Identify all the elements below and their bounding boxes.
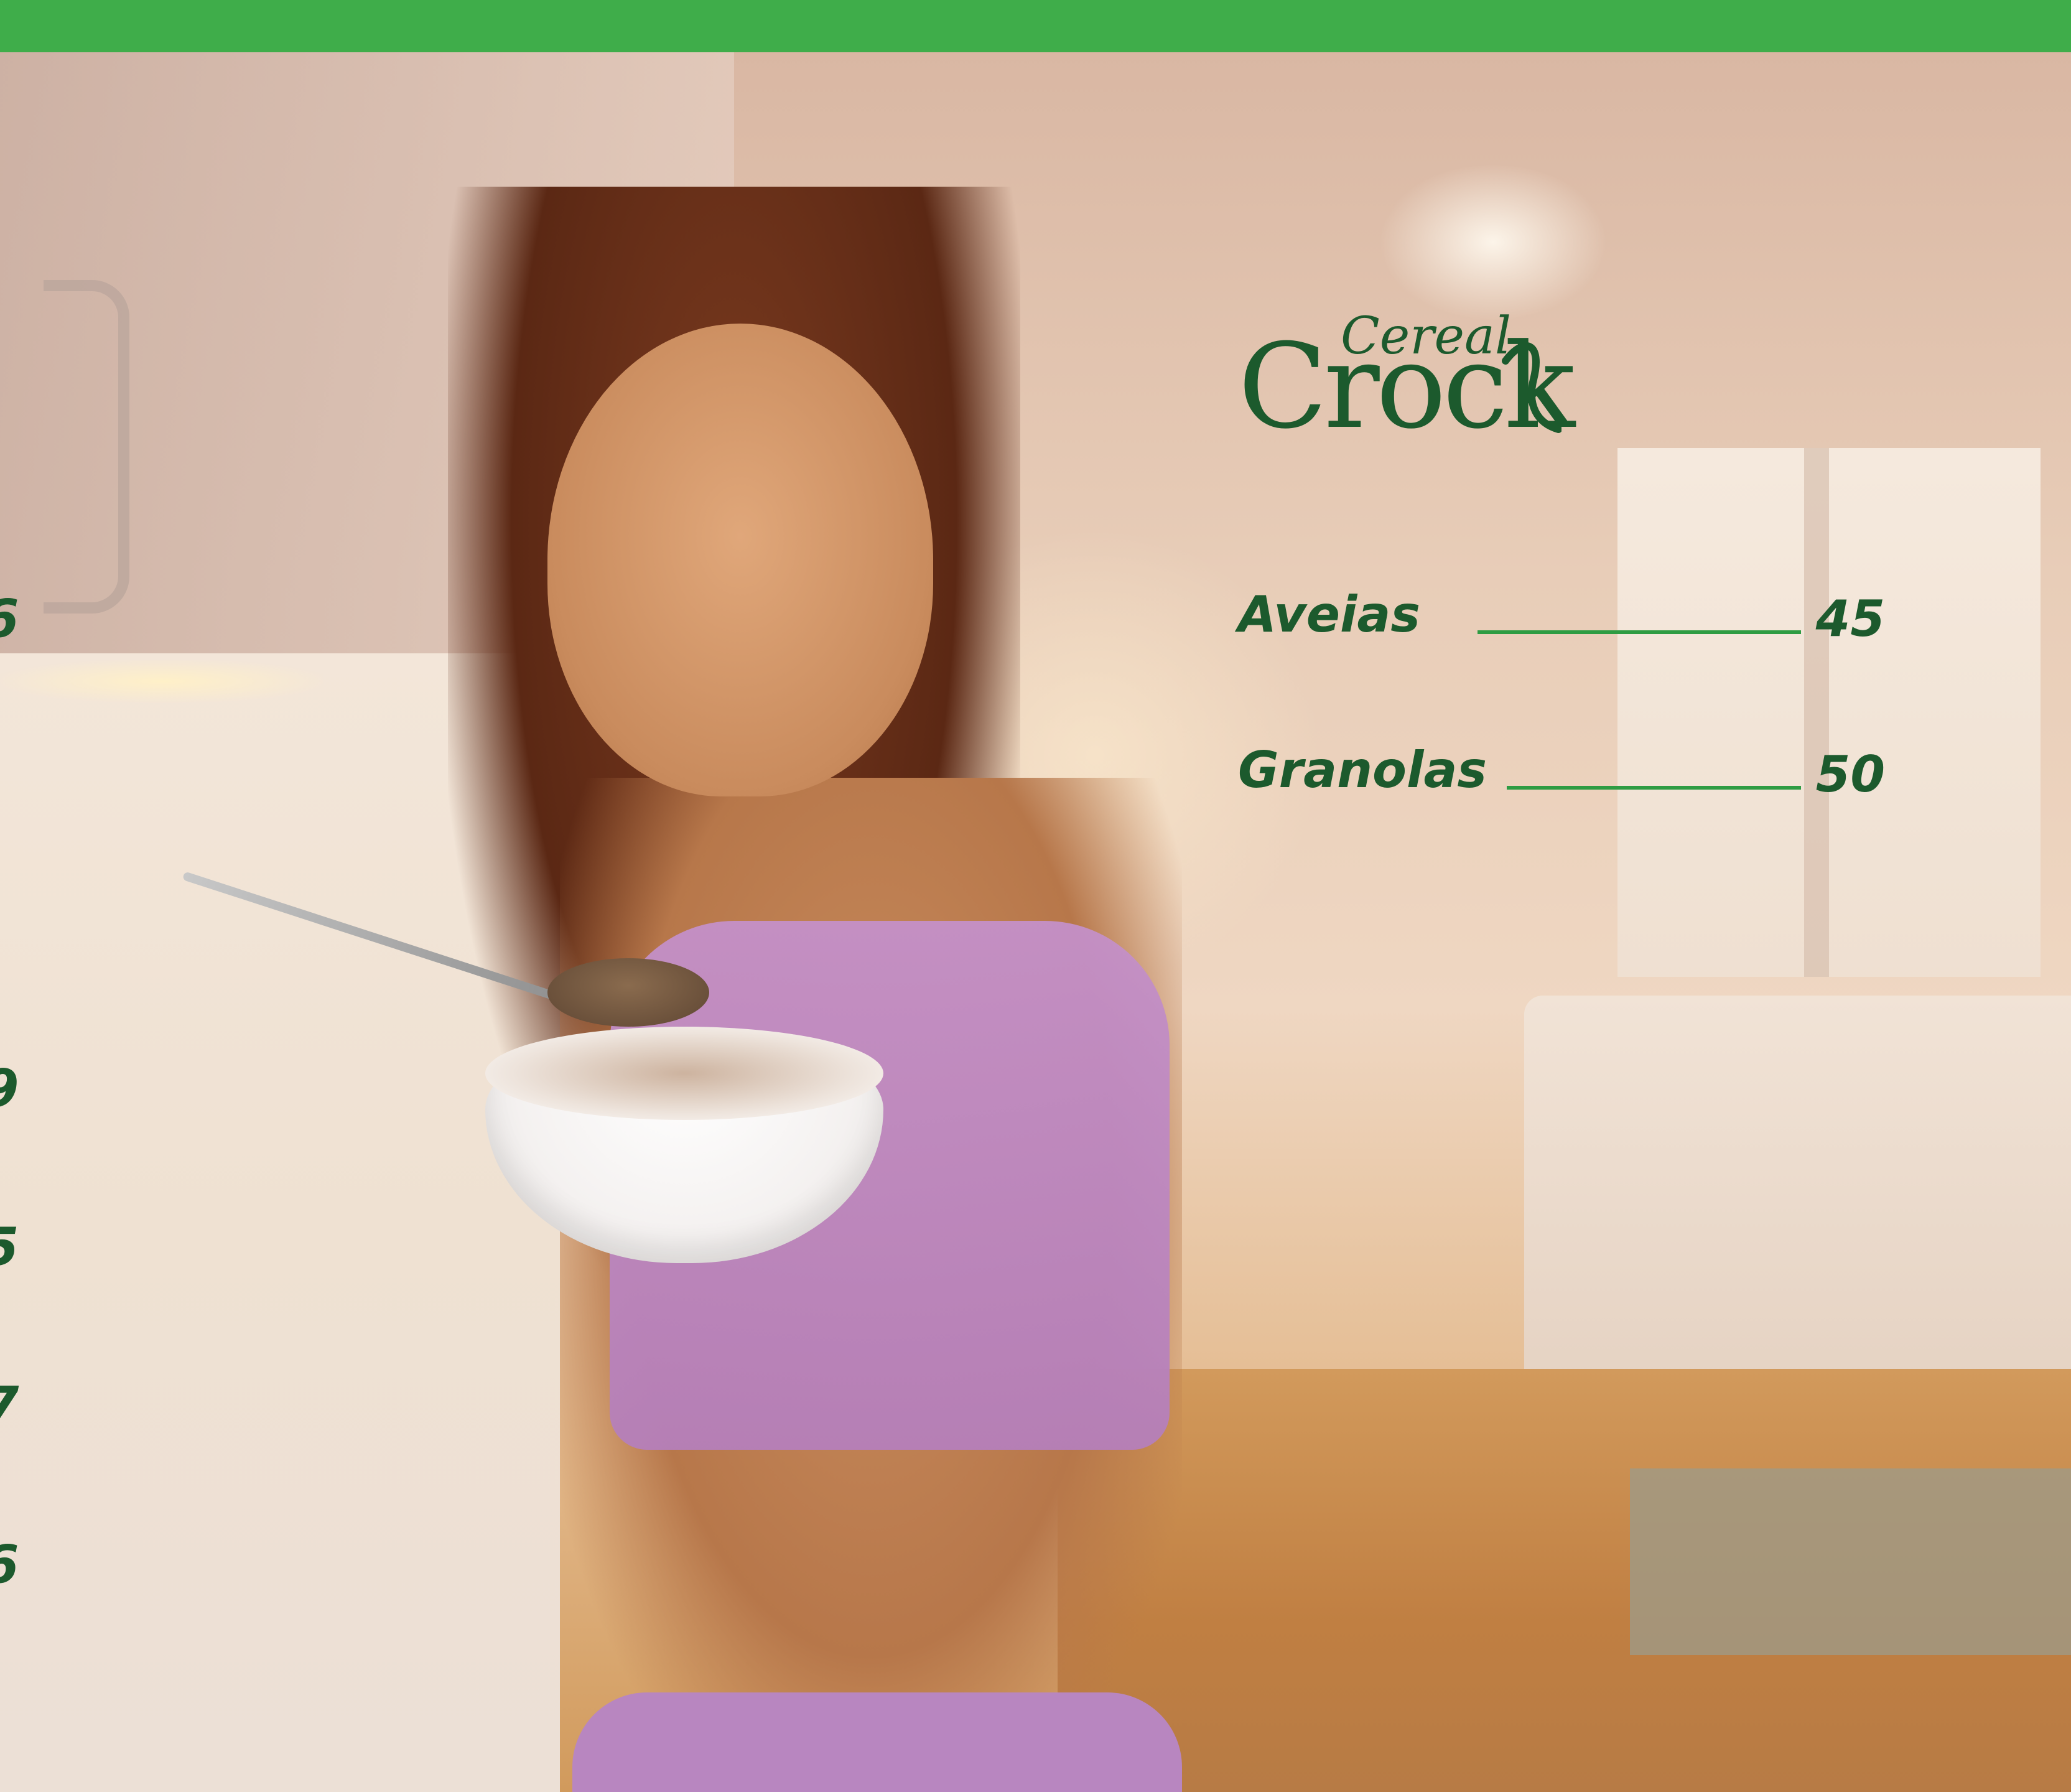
cropped-page-number: 5 [0,1216,19,1277]
cropped-page-number: 7 [0,1375,19,1436]
rug [1630,1468,2071,1655]
toc-leader-line [1478,630,1801,634]
toc-entry-page: 45 [1815,590,1885,648]
toc-entry-label: Aveias [1238,586,1420,643]
under-cabinet-light [0,660,323,703]
toc-leader-line [1507,786,1801,790]
shorts [572,1692,1182,1792]
toc-entry-page: 50 [1815,745,1885,803]
catalog-page: 6 9 5 7 6 Cereal Crock Aveias 45 Granola… [0,0,2071,1792]
cabinet-handle [44,280,129,614]
cropped-page-number: 6 [0,1534,19,1595]
cropped-page-number: 6 [0,588,19,649]
window [1617,448,2041,977]
woman-face [547,324,933,796]
top-accent-bar [0,0,2071,52]
cereal-crock-logo: Cereal Crock [1238,311,1586,454]
window-frame [1804,448,1829,977]
toc-entry-label: Granolas [1238,741,1487,799]
cropped-page-number: 9 [0,1058,19,1119]
logo-swash-icon [1502,342,1561,433]
spoon-with-cereal [547,958,709,1027]
toc-entry-granolas[interactable]: Granolas 50 [1238,740,1897,809]
bed [1524,996,2071,1400]
toc-entry-aveias[interactable]: Aveias 45 [1238,585,1897,653]
cereal-bowl-rim [485,1027,883,1120]
